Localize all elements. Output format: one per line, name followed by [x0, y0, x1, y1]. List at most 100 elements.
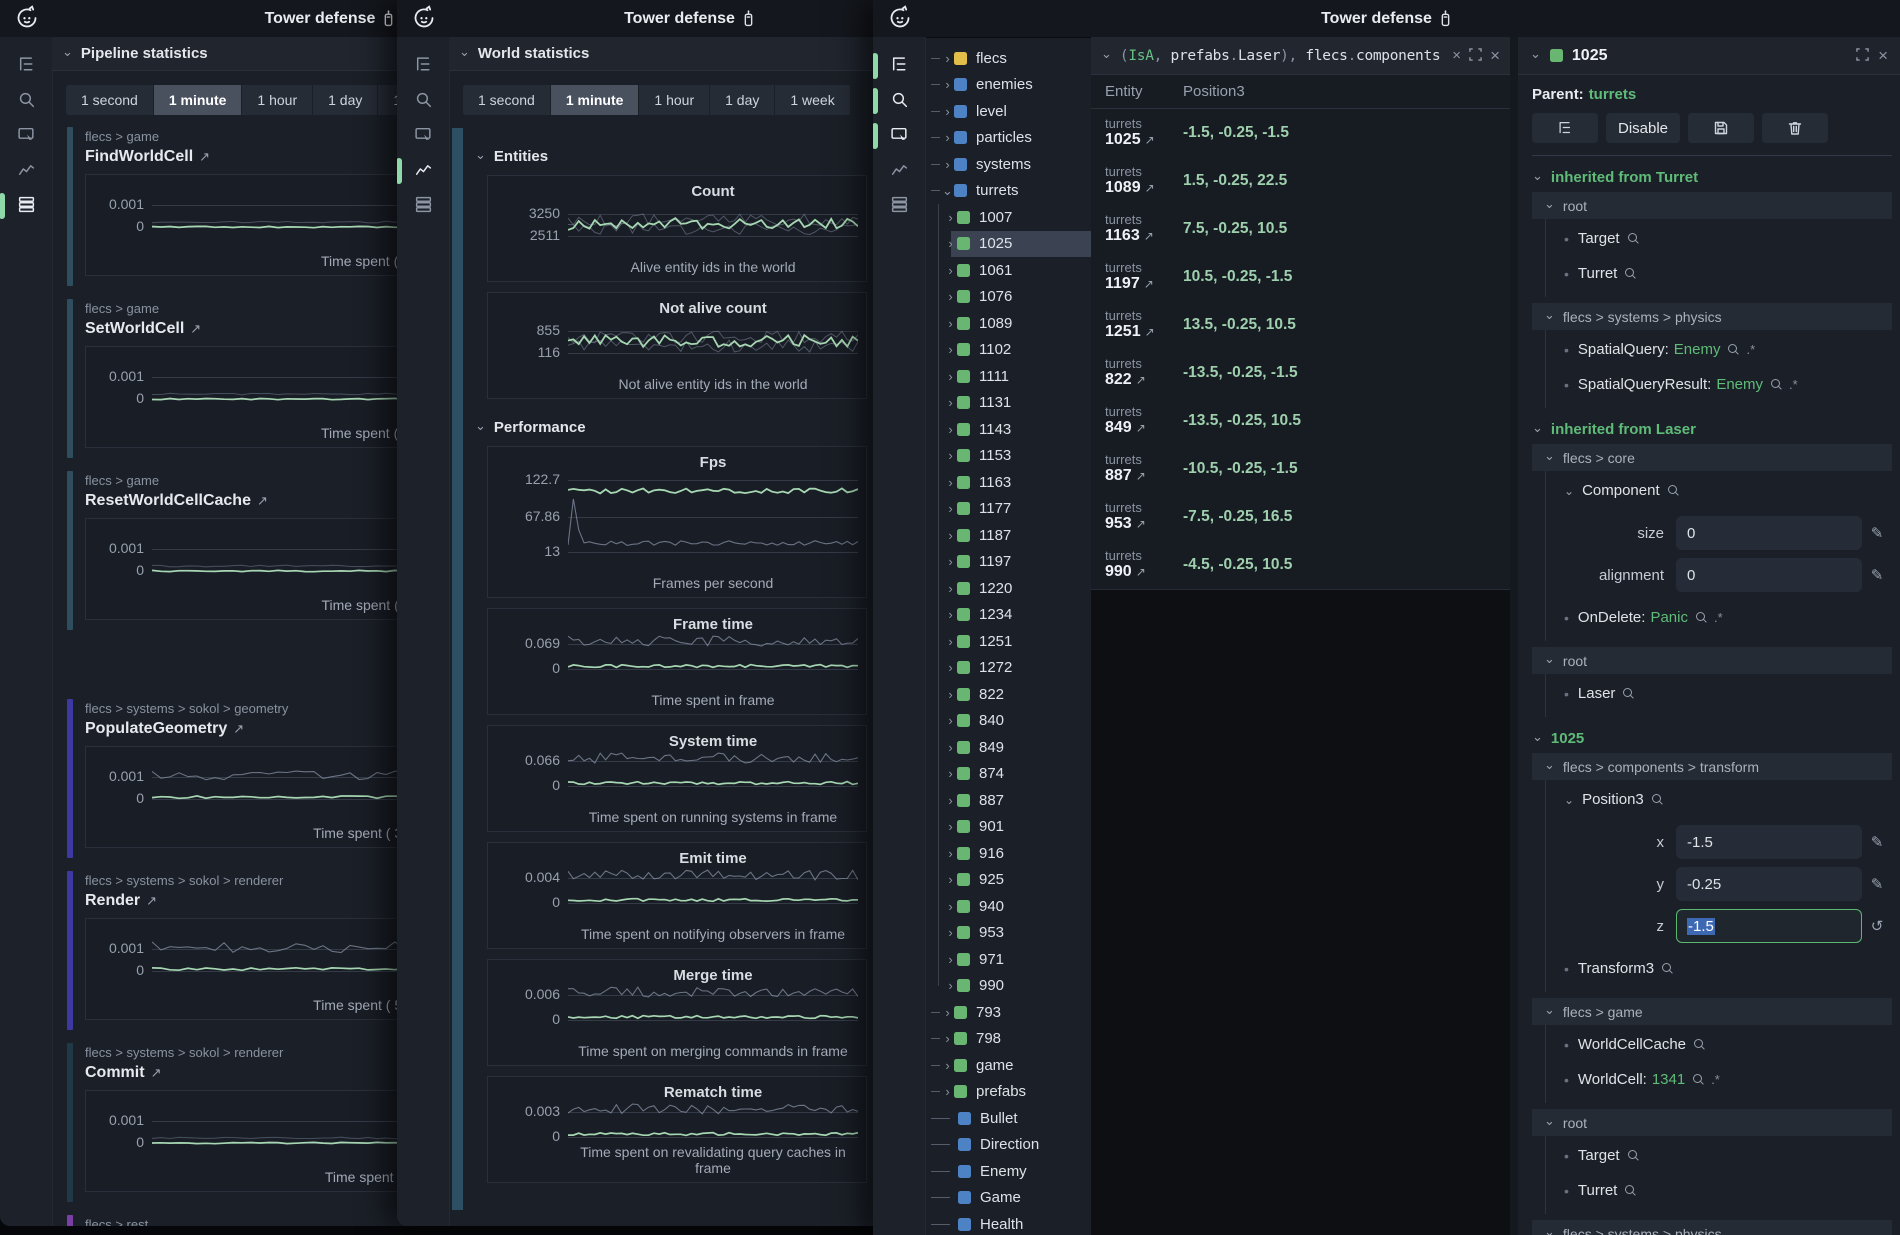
expand-icon[interactable]: ›: [941, 157, 954, 172]
expand-icon[interactable]: ›: [944, 978, 957, 993]
tree-item-1163[interactable]: ›1163: [925, 469, 1091, 496]
time-range-1-minute[interactable]: 1 minute: [154, 85, 243, 115]
tree-item-840[interactable]: ›840: [925, 708, 1091, 735]
search-icon[interactable]: [1770, 378, 1783, 392]
inspector-scope-bar[interactable]: ⌄root: [1532, 1109, 1892, 1136]
x-input[interactable]: -1.5: [1676, 825, 1862, 859]
entity-link-1197[interactable]: turrets1197↗: [1091, 261, 1183, 293]
time-range-1-hour[interactable]: 1 hour: [639, 85, 710, 115]
tree-item-level[interactable]: ›level: [925, 98, 1091, 125]
tree-item-1220[interactable]: ›1220: [925, 575, 1091, 602]
chart-icon[interactable]: [882, 152, 917, 187]
tree-item-874[interactable]: ›874: [925, 761, 1091, 788]
query-icon[interactable]: [882, 117, 917, 152]
tree-item-1153[interactable]: ›1153: [925, 443, 1091, 470]
search-icon[interactable]: [1692, 1073, 1705, 1087]
tree-item-1102[interactable]: ›1102: [925, 337, 1091, 364]
search-icon[interactable]: [882, 82, 917, 117]
tree-view-button[interactable]: [1532, 113, 1598, 143]
search-icon[interactable]: [1693, 1038, 1706, 1052]
expand-icon[interactable]: ›: [944, 342, 957, 357]
tree-item-925[interactable]: ›925: [925, 867, 1091, 894]
expand-icon[interactable]: ›: [944, 872, 957, 887]
tree-item-940[interactable]: ›940: [925, 893, 1091, 920]
expand-icon[interactable]: ›: [944, 634, 957, 649]
expand-icon[interactable]: ›: [944, 554, 957, 569]
expand-icon[interactable]: ›: [941, 1084, 954, 1099]
inspector-scope-bar[interactable]: ⌄flecs > systems > physics: [1532, 1220, 1892, 1235]
tree-item-887[interactable]: ›887: [925, 787, 1091, 814]
expand-icon[interactable]: ›: [944, 236, 957, 251]
time-range-1-second[interactable]: 1 second: [66, 85, 154, 115]
time-range-1-second[interactable]: 1 second: [463, 85, 551, 115]
expand-icon[interactable]: ›: [944, 607, 957, 622]
expand-icon[interactable]: ›: [944, 210, 957, 225]
entity-link-1163[interactable]: turrets1163↗: [1091, 213, 1183, 245]
tree-item-916[interactable]: ›916: [925, 840, 1091, 867]
stats-icon[interactable]: [9, 187, 44, 222]
expand-icon[interactable]: ›: [944, 369, 957, 384]
chevron-down-icon[interactable]: ⌄: [1101, 46, 1112, 62]
tree-item-game[interactable]: ›game: [925, 1052, 1091, 1079]
tree-item-798[interactable]: ›798: [925, 1026, 1091, 1053]
search-icon[interactable]: [1624, 1184, 1637, 1198]
tree-item-953[interactable]: ›953: [925, 920, 1091, 947]
tree-item-enemies[interactable]: ›enemies: [925, 72, 1091, 99]
chevron-down-icon[interactable]: ⌄: [1564, 484, 1574, 498]
expand-icon[interactable]: ›: [944, 289, 957, 304]
expand-icon[interactable]: ›: [941, 77, 954, 92]
time-range-1-day[interactable]: 1 day: [710, 85, 775, 115]
inspector-scope-bar[interactable]: ⌄root: [1532, 647, 1892, 674]
component-value-link[interactable]: 1341: [1652, 1071, 1685, 1088]
clear-query-icon[interactable]: ×: [1452, 48, 1461, 63]
z-input[interactable]: -1.5: [1676, 909, 1862, 943]
chart-icon[interactable]: [9, 152, 44, 187]
disable-button[interactable]: Disable: [1606, 113, 1680, 143]
expand-icon[interactable]: ›: [941, 51, 954, 66]
tree-item-822[interactable]: ›822: [925, 681, 1091, 708]
search-icon[interactable]: [1627, 1149, 1640, 1163]
tree-item-prefabs[interactable]: ›prefabs: [925, 1079, 1091, 1106]
tree-item-1197[interactable]: ›1197: [925, 549, 1091, 576]
search-icon[interactable]: [9, 82, 44, 117]
expand-icon[interactable]: ›: [944, 448, 957, 463]
parent-link[interactable]: turrets: [1589, 86, 1637, 103]
time-range-1-minute[interactable]: 1 minute: [551, 85, 640, 115]
inspector-scope-bar[interactable]: ⌄flecs > game: [1532, 998, 1892, 1025]
tree-item-1076[interactable]: ›1076: [925, 284, 1091, 311]
tree-icon[interactable]: [882, 47, 917, 82]
stats-icon[interactable]: [882, 187, 917, 222]
size-input[interactable]: 0: [1676, 516, 1862, 550]
inspector-group-inherited-from-laser[interactable]: ⌄inherited from Laser: [1532, 421, 1892, 438]
search-icon[interactable]: [1667, 484, 1680, 498]
tree-item-Game[interactable]: Game: [925, 1185, 1091, 1212]
tree-item-1131[interactable]: ›1131: [925, 390, 1091, 417]
tree-item-1025[interactable]: ›1025: [925, 231, 1091, 258]
expand-icon[interactable]: ›: [944, 501, 957, 516]
component-value-link[interactable]: Enemy: [1674, 341, 1721, 358]
query-icon[interactable]: [9, 117, 44, 152]
inspector-group-inherited-from-turret[interactable]: ⌄inherited from Turret: [1532, 169, 1892, 186]
expand-icon[interactable]: ›: [941, 1058, 954, 1073]
tree-item-flecs[interactable]: ›flecs: [925, 45, 1091, 72]
expand-icon[interactable]: ›: [944, 581, 957, 596]
tree-item-1007[interactable]: ›1007: [925, 204, 1091, 231]
tree-item-1089[interactable]: ›1089: [925, 310, 1091, 337]
expand-panel-icon[interactable]: [1856, 48, 1869, 64]
edit-pencil-icon[interactable]: ✎: [1862, 566, 1892, 584]
search-icon[interactable]: [1727, 343, 1740, 357]
edit-pencil-icon[interactable]: ✎: [1862, 833, 1892, 851]
time-range-1-week[interactable]: 1 week: [775, 85, 850, 115]
tree-item-990[interactable]: ›990: [925, 973, 1091, 1000]
tree-item-Direction[interactable]: Direction: [925, 1132, 1091, 1159]
search-icon[interactable]: [406, 82, 441, 117]
expand-icon[interactable]: ›: [944, 263, 957, 278]
alignment-input[interactable]: 0: [1676, 558, 1862, 592]
expand-icon[interactable]: ›: [944, 766, 957, 781]
tree-item-1187[interactable]: ›1187: [925, 522, 1091, 549]
y-input[interactable]: -0.25: [1676, 867, 1862, 901]
query-expression[interactable]: (IsA, prefabs.Laser), flecs.components: [1120, 48, 1444, 64]
expand-icon[interactable]: ›: [944, 422, 957, 437]
chevron-down-icon[interactable]: ⌄: [1530, 46, 1541, 62]
tree-item-1111[interactable]: ›1111: [925, 363, 1091, 390]
